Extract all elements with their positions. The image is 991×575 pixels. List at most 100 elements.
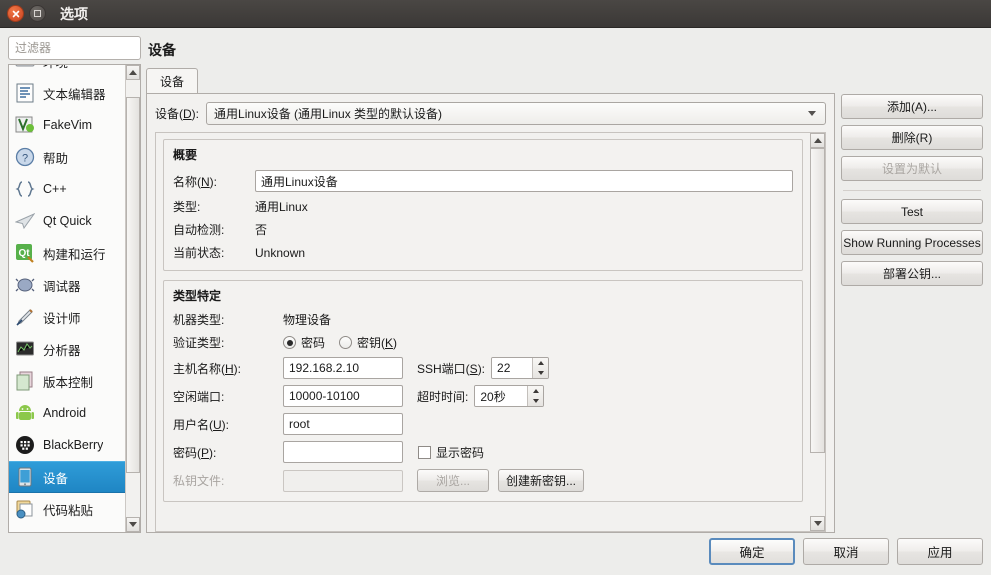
timeout-spinbox[interactable]: 20秒 [474,385,545,407]
auth-key-radio[interactable] [339,336,353,349]
name-input[interactable] [255,170,793,192]
dialog-button-box: 确定 取消 应用 [8,538,983,565]
browse-button[interactable]: 浏览... [417,469,489,492]
sidebar-item-10[interactable]: 版本控制 [9,365,125,397]
sidebar-item-label: 环境 [43,65,68,71]
sidebar-item-8[interactable]: 设计师 [9,301,125,333]
ssh-port-spinbox[interactable]: 22 [491,357,550,379]
sidebar-item-label: BlackBerry [43,438,104,452]
sidebar-item-label: 文本编辑器 [43,87,106,102]
username-label: 用户名(U): [173,417,230,432]
show-password-option[interactable]: 显示密码 [418,444,484,461]
device-selector-row: 设备(D): 通用Linux设备 (通用Linux 类型的默认设备) [155,102,826,125]
create-new-key-button[interactable]: 创建新密钥... [498,469,584,492]
host-input[interactable] [283,357,403,379]
show-password-checkbox[interactable] [418,445,431,459]
private-key-row: 私钥文件: 浏览... 创建新密钥... [173,469,793,492]
ok-button[interactable]: 确定 [709,538,795,565]
side-buttons-separator [843,190,981,191]
show-running-processes-button[interactable]: Show Running Processes [841,230,983,255]
ssh-port-spin-down-icon[interactable] [533,368,548,378]
analyzer-icon [14,338,36,360]
apply-button[interactable]: 应用 [897,538,983,565]
auth-password-radio[interactable] [283,336,296,349]
close-icon[interactable] [7,5,24,22]
sidebar-item-label: 设计师 [43,311,81,326]
designer-icon [14,306,36,328]
settings-scroll-down-icon[interactable] [810,516,825,531]
private-key-label: 私钥文件: [173,474,225,488]
cancel-button[interactable]: 取消 [803,538,889,565]
sidebar-item-label: C++ [43,182,67,196]
ok-button-label: 确定 [739,546,765,560]
private-key-input[interactable] [283,469,403,492]
sidebar-item-13[interactable]: 设备 [9,461,125,493]
window-title: 选项 [60,5,88,22]
auth-password-label: 密码 [301,336,326,350]
sidebar-item-label: Qt Quick [43,214,92,228]
host-row: 主机名称(H): SSH端口(S): 22 [173,357,793,379]
android-icon [14,402,36,424]
device-selector-label: 设备(D): [155,107,200,121]
sidebar-item-14[interactable]: 代码粘贴 [9,493,125,525]
tab-bar: 设备 [146,68,835,93]
sidebar-item-3[interactable]: ? 帮助 [9,141,125,173]
sidebar-item-label: 调试器 [43,279,81,294]
deploy-public-key-button[interactable]: 部署公钥... [841,261,983,286]
sidebar-item-label: 代码粘贴 [43,503,94,518]
overview-row-status-value: Unknown [255,245,306,260]
auth-type-row: 验证类型: 密码 密钥(K) [173,334,793,351]
settings-scroll-track[interactable] [810,148,825,516]
password-input[interactable] [283,441,403,463]
apply-button-label: 应用 [927,546,953,560]
timeout-spin-up-icon[interactable] [528,386,543,396]
remove-button[interactable]: 删除(R) [841,125,983,150]
sidebar-item-5[interactable]: Qt Quick [9,205,125,237]
filter-input[interactable] [8,36,141,60]
test-button[interactable]: Test [841,199,983,224]
password-label: 密码(P): [173,445,217,460]
maximize-icon[interactable] [29,5,46,22]
add-button[interactable]: 添加(A)... [841,94,983,119]
sidebar-scroll-down-icon[interactable] [126,517,140,532]
sidebar-item-6[interactable]: Qt 构建和运行 [9,237,125,269]
test-button-label: Test [900,204,923,219]
overview-row-type-label: 类型: [173,200,201,214]
timeout-spin-buttons[interactable] [527,386,544,406]
add-button-label: 添加(A)... [887,100,937,114]
page-title: 设备 [148,42,176,58]
sidebar-scroll-thumb[interactable] [126,97,140,474]
free-ports-input[interactable] [283,385,403,407]
overview-row-autodetect: 自动检测: 否 [173,221,793,238]
sidebar-item-7[interactable]: 调试器 [9,269,125,301]
settings-scroll-thumb[interactable] [810,148,825,454]
sidebar-item-11[interactable]: Android [9,397,125,429]
settings-scroll-up-icon[interactable] [810,133,825,148]
auth-key-radio-option[interactable]: 密钥(K) [339,334,397,351]
sidebar-item-9[interactable]: 分析器 [9,333,125,365]
overview-group-title: 概要 [173,148,198,162]
device-selector-combobox[interactable]: 通用Linux设备 (通用Linux 类型的默认设备) [206,102,826,125]
settings-scrollbar[interactable] [810,133,825,531]
auth-password-radio-option[interactable]: 密码 [283,334,325,351]
ssh-port-spin-up-icon[interactable] [533,358,548,368]
version-control-icon [14,370,36,392]
sidebar-item-2[interactable]: FakeVim [9,109,125,141]
ssh-port-spin-buttons[interactable] [532,358,549,378]
sidebar-item-0[interactable]: 环境 [9,65,125,77]
sidebar-scroll-track[interactable] [126,80,140,517]
type-specific-group-title: 类型特定 [173,289,222,303]
svg-text:?: ? [22,153,28,165]
machine-type-row: 机器类型: 物理设备 [173,311,793,328]
device-settings-content: 概要 名称(N): 类型: 通用Linux [156,133,810,531]
sidebar-scroll-up-icon[interactable] [126,65,140,80]
sidebar-item-12[interactable]: BlackBerry [9,429,125,461]
sidebar-item-1[interactable]: 文本编辑器 [9,77,125,109]
free-ports-row: 空闲端口: 超时时间: 20秒 [173,385,793,407]
sidebar-item-4[interactable]: C++ [9,173,125,205]
timeout-spin-down-icon[interactable] [528,396,543,406]
sidebar-scrollbar[interactable] [125,65,140,532]
type-specific-group: 类型特定 机器类型: 物理设备 验证类型: 密码 密钥(K) 主机名称(H): … [163,280,803,502]
username-input[interactable] [283,413,403,435]
tab-devices[interactable]: 设备 [146,68,199,93]
